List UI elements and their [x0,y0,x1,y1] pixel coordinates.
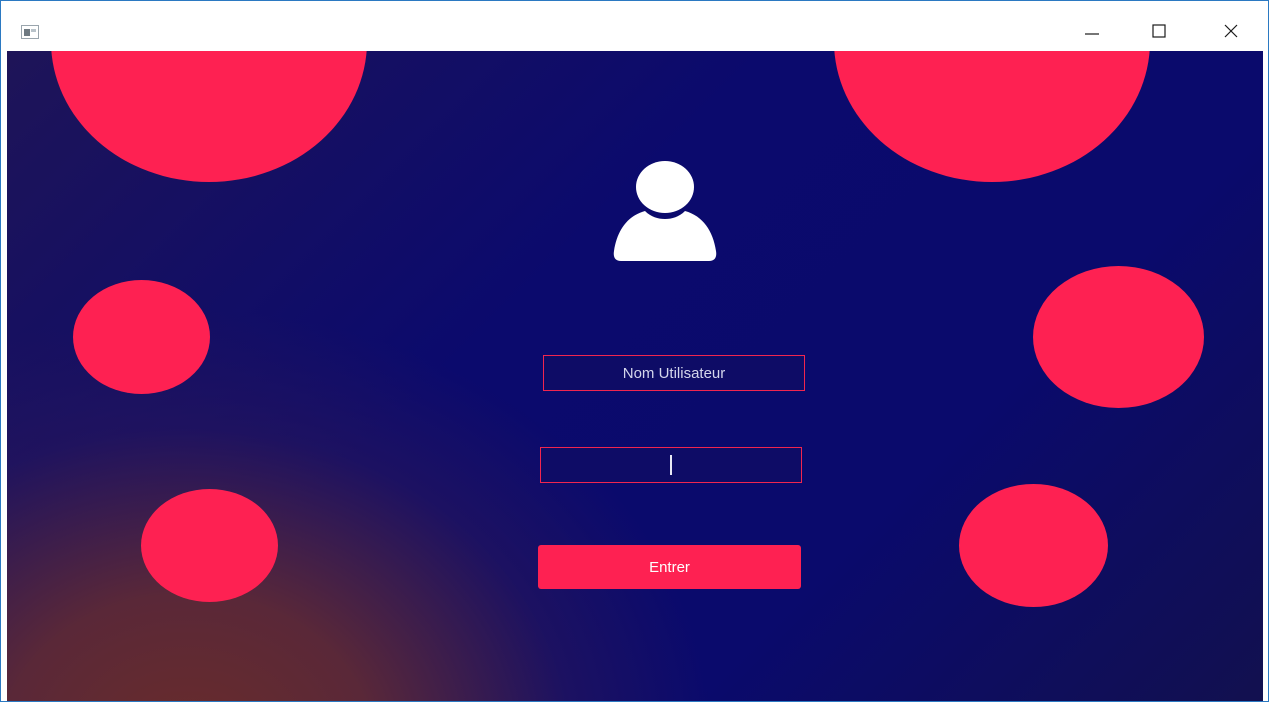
enter-button-label: Entrer [649,558,690,576]
username-field-value: Nom Utilisateur [622,364,726,382]
maximize-button[interactable] [1136,13,1182,49]
minimize-icon [1085,24,1099,38]
minimize-button[interactable] [1069,13,1115,49]
title-bar[interactable] [1,1,1268,51]
login-panel: Nom Utilisateur Entrer [7,51,1263,701]
password-field[interactable] [540,447,802,483]
enter-button[interactable]: Entrer [538,545,801,589]
user-icon [613,161,717,264]
decorative-circle-bottom-left [141,489,278,602]
username-field[interactable]: Nom Utilisateur [543,355,805,391]
maximize-icon [1152,24,1166,38]
decorative-circle-top-left [51,51,367,182]
decorative-circle-bottom-right [959,484,1108,607]
app-window-icon [21,25,39,39]
app-window: Nom Utilisateur Entrer [0,0,1269,702]
text-cursor [670,455,672,475]
close-button[interactable] [1208,13,1254,49]
decorative-circle-middle-right [1033,266,1204,408]
decorative-circle-top-right [834,51,1150,182]
decorative-circle-middle-left [73,280,210,394]
close-icon [1224,24,1238,38]
